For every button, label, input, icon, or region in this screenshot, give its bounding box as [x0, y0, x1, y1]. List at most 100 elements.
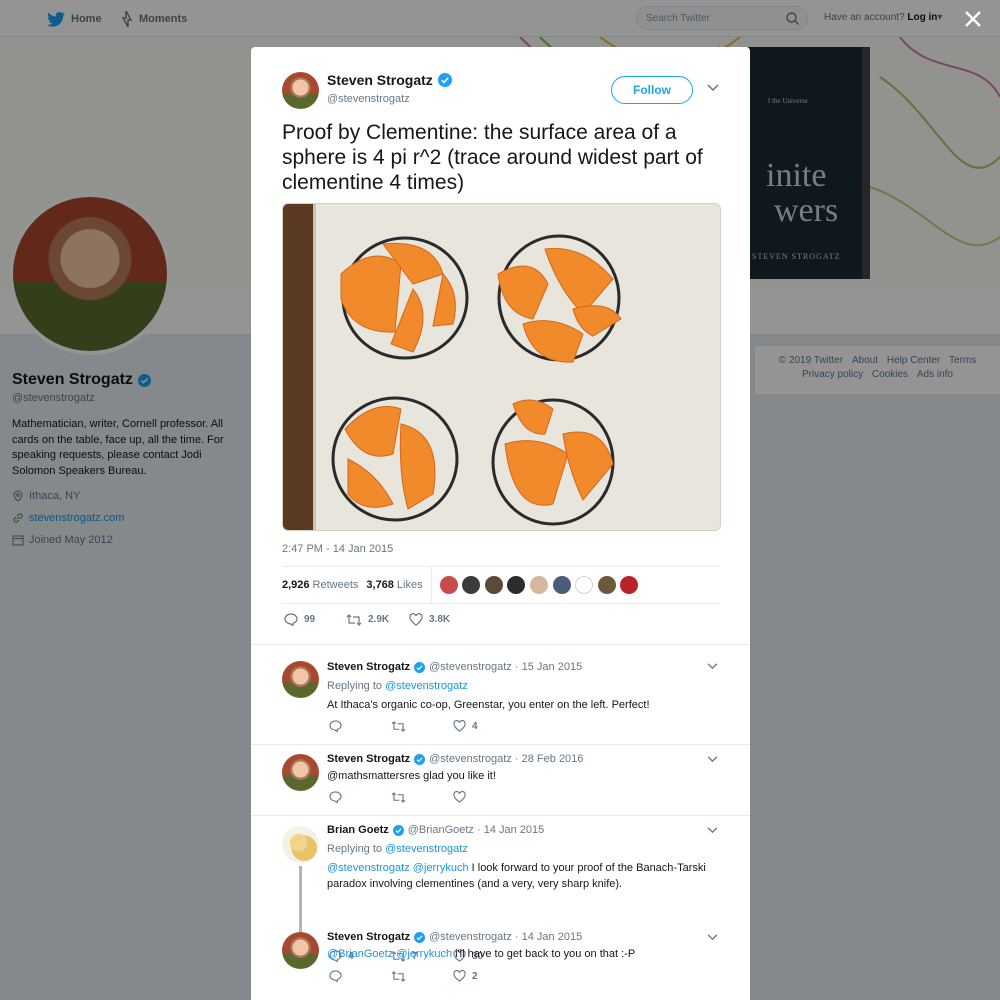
reply-icon [284, 613, 298, 626]
replying-to-link[interactable]: @stevenstrogatz [385, 680, 468, 692]
tweet-author-avatar[interactable] [282, 72, 319, 109]
close-icon[interactable] [963, 9, 983, 29]
clementine-photo-image [283, 204, 720, 530]
reply-text: @mathsmattersres glad you like it! [327, 770, 496, 782]
reply-header: Brian Goetz @BrianGoetz · 14 Jan 2015 [327, 824, 544, 836]
chevron-down-icon[interactable] [707, 663, 718, 670]
reply-tweet[interactable]: Steven Strogatz @stevenstrogatz · 28 Feb… [251, 744, 750, 815]
chevron-down-icon[interactable] [707, 756, 718, 763]
replying-to: Replying to @stevenstrogatz [327, 843, 468, 855]
chevron-down-icon[interactable] [707, 84, 719, 92]
reply-tweet[interactable]: Steven Strogatz @stevenstrogatz · 15 Jan… [251, 644, 750, 744]
mention-link[interactable]: @jerrykuch [413, 862, 469, 874]
like-count: 4 [472, 720, 478, 732]
mention-link[interactable]: @jerrykuch [396, 948, 452, 960]
retweet-icon [346, 613, 362, 626]
tweet-author-name[interactable]: Steven Strogatz [327, 72, 452, 88]
tweet-actions: 99 2.9K 3.8K [284, 613, 450, 626]
retweet-icon [391, 970, 406, 982]
reply-author-name[interactable]: Steven Strogatz [327, 661, 410, 673]
tweet-author-name-text: Steven Strogatz [327, 72, 433, 88]
liker-avatar[interactable] [597, 576, 616, 594]
liker-avatar[interactable] [529, 576, 548, 594]
mention-link[interactable]: @stevenstrogatz [327, 862, 410, 874]
retweet-count: 2.9K [368, 614, 390, 625]
reply-icon [329, 791, 342, 803]
likes-count: 3,768 [366, 579, 394, 591]
reply-author-handle[interactable]: @BrianGoetz [408, 824, 474, 836]
verified-badge-icon [437, 73, 452, 87]
chevron-down-icon[interactable] [707, 827, 718, 834]
reply-actions [329, 791, 472, 803]
liker-avatar[interactable] [620, 576, 639, 594]
tweet-text: Proof by Clementine: the surface area of… [282, 121, 703, 194]
reply-text: @BrianGoetz @jerrykuch i'll have to get … [327, 946, 727, 962]
heart-icon [453, 791, 466, 803]
tweet-photo[interactable] [282, 203, 721, 531]
reply-header: Steven Strogatz @stevenstrogatz · 15 Jan… [327, 661, 582, 673]
tweet-timestamp[interactable]: 2:47 PM - 14 Jan 2015 [282, 543, 393, 555]
like-count: 3.8K [429, 614, 451, 625]
reply-avatar[interactable] [282, 932, 319, 969]
reply-date[interactable]: · 15 Jan 2015 [515, 661, 582, 673]
like-button[interactable]: 2 [453, 970, 478, 982]
reply-author-name[interactable]: Steven Strogatz [327, 753, 410, 765]
replying-to: Replying to @stevenstrogatz [327, 680, 468, 692]
reply-actions: 2 [329, 970, 478, 982]
reply-button[interactable] [329, 720, 391, 732]
verified-badge-icon [414, 931, 426, 943]
reply-button[interactable] [329, 970, 391, 982]
reply-avatar[interactable] [282, 754, 319, 791]
reply-icon [329, 720, 342, 732]
retweet-icon [391, 720, 406, 732]
liker-avatar[interactable] [462, 576, 481, 594]
verified-badge-icon [392, 824, 404, 836]
follow-button[interactable]: Follow [611, 76, 693, 104]
reply-text-body: i'll have to get back to you on that :-P [452, 948, 636, 960]
tweet-modal: Steven Strogatz @stevenstrogatz Follow P… [251, 47, 750, 1000]
reply-date[interactable]: · 14 Jan 2015 [515, 931, 582, 943]
reply-date[interactable]: · 28 Feb 2016 [515, 753, 584, 765]
reply-author-name[interactable]: Brian Goetz [327, 824, 389, 836]
liker-avatar[interactable] [439, 576, 458, 594]
like-count: 2 [472, 970, 478, 982]
retweet-button[interactable] [391, 970, 453, 982]
like-button[interactable] [453, 791, 472, 803]
retweet-button[interactable] [391, 791, 453, 803]
likes-stat[interactable]: 3,768 Likes [366, 579, 422, 591]
liker-avatar[interactable] [552, 576, 571, 594]
reply-author-handle[interactable]: @stevenstrogatz [429, 931, 512, 943]
retweets-count: 2,926 [282, 579, 310, 591]
retweets-stat[interactable]: 2,926 Retweets [282, 579, 358, 591]
reply-author-handle[interactable]: @stevenstrogatz [429, 661, 512, 673]
retweet-button[interactable] [391, 720, 453, 732]
reply-header: Steven Strogatz @stevenstrogatz · 14 Jan… [327, 931, 582, 943]
tweet-author-handle[interactable]: @stevenstrogatz [327, 93, 410, 105]
reply-tweet[interactable]: Steven Strogatz @stevenstrogatz · 14 Jan… [251, 915, 750, 1000]
reply-author-handle[interactable]: @stevenstrogatz [429, 753, 512, 765]
reply-avatar[interactable] [282, 826, 319, 863]
likes-label: Likes [396, 579, 423, 591]
like-button[interactable]: 3.8K [409, 613, 450, 626]
retweet-button[interactable]: 2.9K [346, 613, 409, 626]
heart-icon [409, 613, 423, 626]
reply-author-name[interactable]: Steven Strogatz [327, 931, 410, 943]
retweet-icon [391, 791, 406, 803]
like-button[interactable]: 4 [453, 720, 478, 732]
chevron-down-icon[interactable] [707, 934, 718, 941]
stats-divider [430, 566, 432, 604]
heart-icon [453, 970, 466, 982]
mention-link[interactable]: @BrianGoetz [327, 948, 393, 960]
liker-avatar[interactable] [507, 576, 526, 594]
reply-avatar[interactable] [282, 661, 319, 698]
reply-button[interactable]: 99 [284, 613, 346, 626]
reply-date[interactable]: · 14 Jan 2015 [477, 824, 544, 836]
reply-button[interactable] [329, 791, 391, 803]
reply-icon [329, 970, 342, 982]
replying-to-link[interactable]: @stevenstrogatz [385, 843, 468, 855]
heart-icon [453, 720, 466, 732]
reply-text: @stevenstrogatz @jerrykuch I look forwar… [327, 860, 722, 892]
replying-to-label: Replying to [327, 843, 383, 855]
liker-avatar[interactable] [484, 576, 503, 594]
liker-avatar[interactable] [575, 576, 594, 594]
